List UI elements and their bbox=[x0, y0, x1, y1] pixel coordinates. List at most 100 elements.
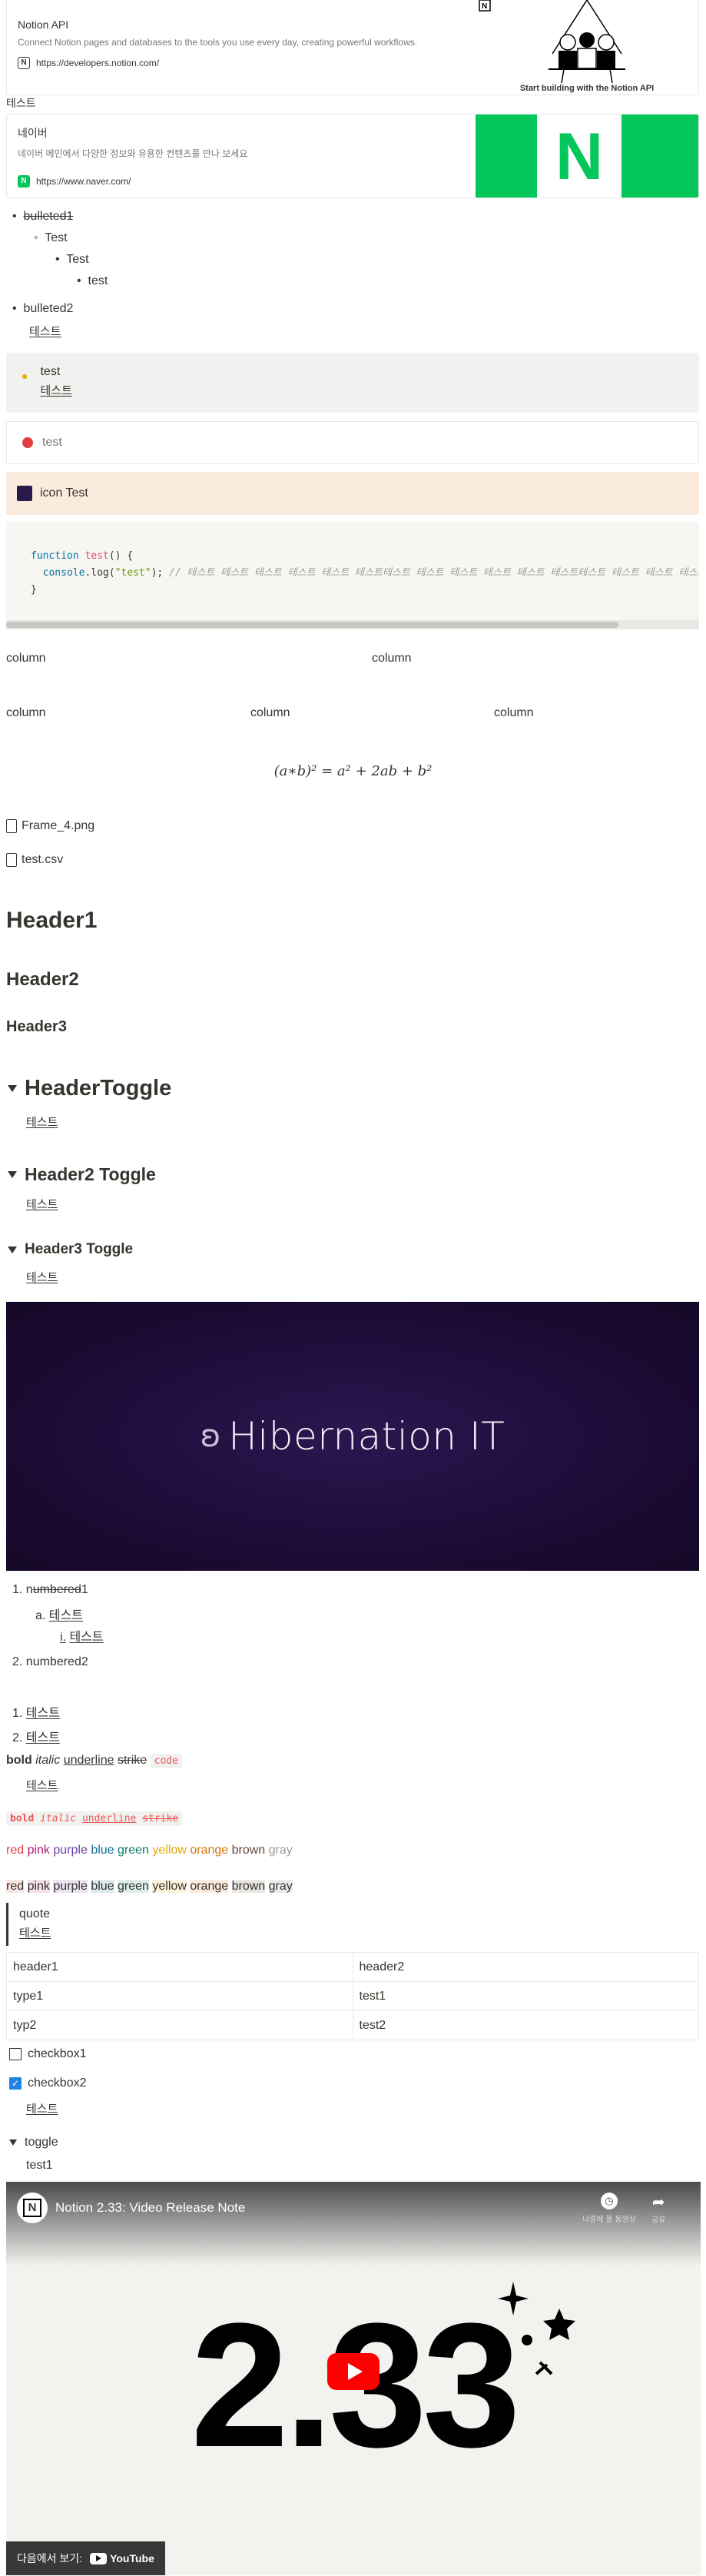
youtube-logo-icon: YouTube bbox=[90, 2552, 154, 2564]
bullet-disc-icon: • bbox=[12, 302, 17, 315]
callout-text: test bbox=[42, 436, 62, 449]
bookmark-url-text: https://developers.notion.com/ bbox=[36, 58, 160, 68]
clock-icon: ◷ bbox=[600, 2193, 618, 2209]
todo-label: checkbox1 bbox=[28, 2047, 87, 2060]
colored-word-gray: gray bbox=[268, 1844, 293, 1857]
bullet-text: bulleted1 bbox=[23, 210, 74, 223]
code-block[interactable]: function test() { console.log("test"); /… bbox=[6, 522, 699, 629]
numbered-item: a. 테스트 bbox=[35, 1609, 83, 1622]
table-cell[interactable]: type1 bbox=[6, 1981, 353, 2011]
todo-child: 테스트 bbox=[26, 2103, 58, 2116]
column-1: column bbox=[6, 706, 46, 719]
scrollbar-thumb[interactable] bbox=[6, 622, 618, 628]
table-cell[interactable]: test2 bbox=[352, 2010, 699, 2040]
watch-later-button[interactable]: ◷ 나중에 볼 동영상 bbox=[582, 2193, 636, 2224]
heading-3: Header3 bbox=[6, 1018, 67, 1035]
toggle-triangle-icon[interactable] bbox=[8, 1246, 17, 1253]
callout-outlined: test bbox=[6, 421, 699, 464]
highlighted-word-gray: gray bbox=[268, 1880, 293, 1893]
bullet-disc-icon: • bbox=[77, 274, 81, 287]
share-button[interactable]: ➦ 공유 bbox=[651, 2193, 665, 2225]
simple-table: header1 header2 type1 test1 typ2 test2 bbox=[6, 1952, 699, 2040]
checkbox-unchecked[interactable] bbox=[9, 2048, 22, 2060]
formatted-code-line: bold italic underline strike bbox=[6, 1811, 183, 1826]
code-line: console.log("test"); // 테스트 테스트 테스트 테스트 … bbox=[42, 567, 699, 579]
list-item: • bulleted1 bbox=[12, 206, 108, 227]
table-cell[interactable]: test1 bbox=[352, 1981, 699, 2011]
highlighted-word-brown: brown bbox=[231, 1880, 266, 1893]
highlighted-word-green: green bbox=[118, 1880, 149, 1893]
bookmark-naver[interactable]: 네이버 네이버 메인에서 다양한 정보와 유용한 컨텐츠를 만나 보세요 N h… bbox=[6, 114, 699, 198]
share-arrow-icon: ➦ bbox=[651, 2194, 665, 2211]
toggle-heading-child: 테스트 bbox=[26, 1271, 58, 1284]
colored-word-green: green bbox=[118, 1844, 149, 1857]
notion-characters-illustration: N bbox=[479, 0, 625, 84]
highlighted-word-pink: pink bbox=[27, 1880, 50, 1893]
video-title[interactable]: Notion 2.33: Video Release Note bbox=[55, 2200, 245, 2216]
bookmark-description: Connect Notion pages and databases to th… bbox=[18, 37, 418, 48]
naver-logo-box: N bbox=[537, 115, 621, 198]
naver-favicon-icon: N bbox=[18, 175, 30, 188]
list-item: ◦ Test bbox=[12, 227, 108, 249]
watch-on-youtube-bar[interactable]: 다음에서 보기: YouTube bbox=[6, 2541, 165, 2575]
file-attachment[interactable]: Frame_4.png bbox=[6, 819, 94, 833]
code-horizontal-scrollbar[interactable] bbox=[6, 620, 699, 629]
colored-text-line: red pink purple blue green yellow orange… bbox=[6, 1844, 293, 1857]
highlighted-word-yellow: yellow bbox=[152, 1880, 187, 1893]
bullet-text: test bbox=[88, 274, 108, 287]
code-line: } bbox=[31, 584, 37, 596]
colored-word-orange: orange bbox=[190, 1844, 229, 1857]
numbered-item: 1. numbered1 bbox=[12, 1583, 88, 1596]
table-row: type1 test1 bbox=[6, 1981, 699, 2011]
bookmark-url-text: https://www.naver.com/ bbox=[36, 176, 131, 187]
illustration-caption: Start building with the Notion API bbox=[519, 84, 655, 93]
heading-2: Header2 bbox=[6, 969, 79, 990]
toggle-heading-2[interactable]: Header2 Toggle bbox=[8, 1164, 156, 1185]
toggle-triangle-icon[interactable] bbox=[8, 1085, 17, 1092]
toggle-triangle-icon[interactable] bbox=[9, 2139, 17, 2146]
formatted-text-line: bold italic underline strike code bbox=[6, 1754, 182, 1768]
table-cell[interactable]: header1 bbox=[6, 1952, 353, 1982]
formatted-text-child: 테스트 bbox=[26, 1779, 58, 1792]
toggle-block[interactable]: toggle bbox=[9, 2136, 58, 2149]
list-item: • bulleted2 bbox=[12, 298, 73, 320]
file-name: Frame_4.png bbox=[22, 819, 95, 832]
bullet-circle-icon: ◦ bbox=[34, 231, 38, 244]
table-cell[interactable]: header2 bbox=[352, 1952, 699, 1982]
toggle-heading-title: Header2 Toggle bbox=[25, 1164, 156, 1184]
colored-word-brown: brown bbox=[231, 1844, 266, 1857]
play-icon bbox=[347, 2363, 363, 2380]
todo-item: ✓ checkbox2 bbox=[9, 2076, 87, 2090]
file-icon bbox=[6, 853, 17, 867]
callout-text: icon Test bbox=[40, 486, 88, 500]
bulleted-list: • bulleted1 ◦ Test • Test • test bbox=[12, 206, 108, 292]
channel-avatar[interactable]: N bbox=[17, 2193, 48, 2223]
toggle-triangle-icon[interactable] bbox=[8, 1171, 17, 1178]
colored-word-pink: pink bbox=[27, 1844, 50, 1857]
bookmark-notion-api[interactable]: Notion API Connect Notion pages and data… bbox=[6, 0, 699, 95]
column-1: column bbox=[6, 652, 46, 665]
bullet-square-icon: • bbox=[55, 253, 60, 266]
toggle-heading-1[interactable]: HeaderToggle bbox=[8, 1076, 171, 1101]
bookmark-caption: 테스트 bbox=[6, 97, 36, 109]
apple-icon bbox=[22, 437, 33, 448]
notion-api-illustration: N Start building with the Notion API bbox=[476, 0, 698, 95]
column-3: column bbox=[494, 706, 534, 719]
toggle-heading-3[interactable]: Header3 Toggle bbox=[8, 1241, 133, 1258]
table-row: typ2 test2 bbox=[6, 2010, 699, 2040]
highlighted-word-blue: blue bbox=[91, 1880, 114, 1893]
watch-on-label: 다음에서 보기: bbox=[17, 2552, 83, 2564]
todo-label: checkbox2 bbox=[28, 2076, 87, 2090]
youtube-play-button[interactable] bbox=[327, 2353, 380, 2390]
youtube-embed[interactable]: N Notion 2.33: Video Release Note ◷ 나중에 … bbox=[6, 2182, 701, 2575]
naver-logo-image: N bbox=[476, 115, 698, 198]
file-attachment[interactable]: test.csv bbox=[6, 853, 63, 867]
equation-block[interactable]: (a∗b)² = a² + 2ab + b² bbox=[0, 763, 706, 779]
bookmark-title: 네이버 bbox=[18, 127, 48, 139]
notion-favicon-icon: N bbox=[18, 57, 30, 69]
checkbox-checked-icon[interactable]: ✓ bbox=[9, 2077, 22, 2090]
table-cell[interactable]: typ2 bbox=[6, 2010, 353, 2040]
colored-word-yellow: yellow bbox=[152, 1844, 187, 1857]
bookmark-description: 네이버 메인에서 다양한 정보와 유용한 컨텐츠를 만나 보세요 bbox=[18, 148, 248, 159]
bullet-disc-icon: • bbox=[12, 210, 17, 223]
